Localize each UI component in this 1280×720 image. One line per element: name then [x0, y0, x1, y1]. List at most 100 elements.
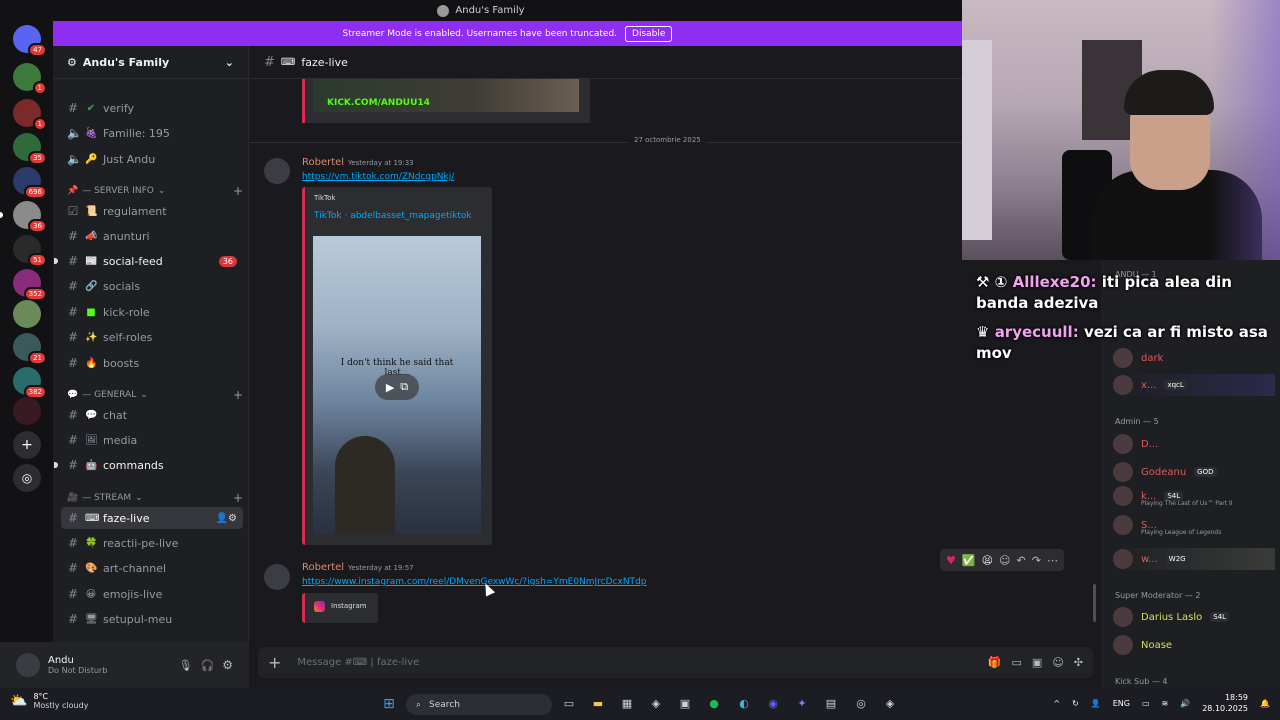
channel-settings-icon[interactable]: 👤⚙: [216, 513, 237, 524]
notifications-icon[interactable]: 🔔: [1260, 699, 1270, 708]
clock[interactable]: 18:59 28.10.2025: [1202, 692, 1248, 714]
volume-icon[interactable]: 🔊: [1180, 699, 1190, 708]
message-input[interactable]: Message #⌨ | faze-live: [297, 657, 971, 668]
start-icon[interactable]: ⊞: [381, 696, 397, 712]
channel-anunturi[interactable]: # 📣 anunturi: [61, 225, 243, 247]
channel-emojis-live[interactable]: # 😀 emojis-live: [61, 583, 243, 605]
member-row[interactable]: x... xqcL: [1113, 374, 1275, 396]
message-author[interactable]: Robertel: [302, 157, 344, 168]
task-view-icon[interactable]: ▭: [561, 696, 577, 712]
member-row[interactable]: S... Playing League of Legends: [1113, 514, 1275, 536]
avatar[interactable]: [16, 653, 40, 677]
face-reaction-icon[interactable]: 😫: [982, 554, 993, 567]
channel-faze-live[interactable]: # ⌨ faze-live 👤⚙: [61, 507, 243, 529]
channel-regulament[interactable]: ☑ 📜 regulament: [61, 200, 243, 222]
user-icon[interactable]: 👤: [1091, 699, 1101, 708]
store-icon[interactable]: ▦: [619, 696, 635, 712]
category-stream[interactable]: 🎥 — STREAM ⌄ +: [67, 491, 243, 505]
refresh-icon[interactable]: ↻: [1072, 699, 1079, 708]
add-server-icon[interactable]: +: [13, 431, 41, 459]
sticker-icon[interactable]: ▣: [1032, 656, 1042, 669]
member-row[interactable]: Godeanu GOD: [1113, 461, 1275, 483]
emoji-icon[interactable]: ☺: [1052, 656, 1063, 669]
server-icon[interactable]: 21: [13, 333, 47, 365]
add-channel-icon[interactable]: +: [233, 491, 243, 505]
video-thumbnail[interactable]: I don't think he said that last... ▶ ⧉: [313, 236, 481, 534]
channel-commands[interactable]: # 🤖 commands: [54, 454, 243, 476]
channel-just-andu[interactable]: 🔈 🔑 Just Andu: [61, 148, 243, 170]
channel-media[interactable]: # 🖼 media: [61, 429, 243, 451]
member-row[interactable]: Noase: [1113, 634, 1275, 656]
add-channel-icon[interactable]: +: [233, 388, 243, 402]
explore-servers-icon[interactable]: ◎: [13, 464, 41, 492]
member-row[interactable]: Darius Laslo S4L: [1113, 606, 1275, 628]
heart-reaction-icon[interactable]: ♥: [946, 554, 956, 567]
channel-setupul-meu[interactable]: # 🖥 setupul-meu: [61, 608, 243, 630]
apps-icon[interactable]: ✣: [1074, 656, 1083, 669]
channel-reactii-pe-live[interactable]: # 🍀 reactii-pe-live: [61, 532, 243, 554]
upload-plus-icon[interactable]: +: [268, 653, 281, 672]
server-icon[interactable]: [13, 300, 41, 328]
chevron-up-icon[interactable]: ^: [1053, 699, 1060, 708]
avatar[interactable]: [264, 564, 290, 590]
more-options-icon[interactable]: ⋯: [1047, 554, 1058, 567]
wifi-icon[interactable]: ≋: [1162, 699, 1169, 708]
add-reaction-icon[interactable]: ☺: [999, 554, 1010, 567]
member-row[interactable]: w... W2G: [1113, 548, 1275, 570]
spotify-icon[interactable]: ●: [706, 696, 722, 712]
taskbar-search[interactable]: ⌕ Search: [406, 694, 552, 715]
category-general[interactable]: 💬 — GENERAL ⌄ +: [67, 388, 243, 402]
discord-icon[interactable]: ◉: [765, 696, 781, 712]
embed-title[interactable]: TikTok · abdelbasset_mapagetiktok: [314, 211, 472, 221]
server-header[interactable]: ⚙ Andu's Family ⌄: [53, 46, 248, 79]
play-button[interactable]: ▶ ⧉: [375, 374, 419, 400]
add-channel-icon[interactable]: +: [233, 184, 243, 198]
previous-embed[interactable]: KICK.COM/ANDUU14: [302, 79, 590, 123]
gift-icon[interactable]: 🎁: [988, 656, 1002, 669]
server-icon-andus-family[interactable]: 36: [0, 201, 47, 233]
server-icon[interactable]: 35: [13, 133, 47, 165]
message-link[interactable]: https://vm.tiktok.com/ZNdcgpNkj/: [302, 172, 454, 182]
steam-icon[interactable]: ◈: [648, 696, 664, 712]
reply-icon[interactable]: ↶: [1017, 554, 1026, 567]
channel-verify[interactable]: # ✔ verify: [61, 97, 243, 119]
member-row[interactable]: D...: [1113, 433, 1275, 455]
server-icon[interactable]: 382: [13, 367, 47, 399]
steam-icon[interactable]: ◈: [882, 696, 898, 712]
forward-icon[interactable]: ↷: [1032, 554, 1041, 567]
server-icon[interactable]: [13, 397, 41, 425]
server-icon[interactable]: 1: [13, 99, 47, 131]
teams-icon[interactable]: ✦: [794, 696, 810, 712]
avatar[interactable]: [264, 158, 290, 184]
check-reaction-icon[interactable]: ✅: [962, 554, 976, 567]
channel-kick-role[interactable]: # ■ kick-role: [61, 301, 243, 323]
file-explorer-icon[interactable]: ▬: [590, 696, 606, 712]
server-icon[interactable]: 1: [13, 63, 47, 95]
display-icon[interactable]: ▭: [1142, 699, 1150, 708]
app-icon[interactable]: ▤: [823, 696, 839, 712]
server-icon[interactable]: 51: [13, 235, 47, 267]
message-link[interactable]: https://www.instagram.com/reel/DMvenGexw…: [302, 577, 646, 587]
weather-widget[interactable]: ⛅ 8°C Mostly cloudy: [10, 692, 88, 710]
headphones-icon[interactable]: 🎧: [201, 659, 215, 672]
epic-games-icon[interactable]: ▣: [677, 696, 693, 712]
channel-socials[interactable]: # 🔗 socials: [61, 275, 243, 297]
server-icon[interactable]: 696: [13, 167, 47, 199]
gif-icon[interactable]: ▭: [1012, 656, 1022, 669]
disable-streamer-mode-button[interactable]: Disable: [625, 25, 673, 42]
microphone-icon[interactable]: 🎙: [179, 659, 193, 672]
scrollbar[interactable]: [1093, 584, 1096, 622]
channel-art-channel[interactable]: # 🎨 art-channel: [61, 557, 243, 579]
edge-icon[interactable]: ◐: [736, 696, 752, 712]
message-author[interactable]: Robertel: [302, 562, 344, 573]
channel-boosts[interactable]: # 🔥 boosts: [61, 352, 243, 374]
member-row[interactable]: k... S4L Playing The Last of Us™ Part II: [1113, 485, 1275, 507]
server-icon[interactable]: 352: [13, 269, 47, 301]
direct-messages-button[interactable]: 47: [13, 25, 47, 57]
user-settings-icon[interactable]: ⚙: [222, 658, 233, 672]
app-icon[interactable]: ◎: [853, 696, 869, 712]
instagram-embed[interactable]: Instagram: [302, 593, 378, 623]
channel-self-roles[interactable]: # ✨ self-roles: [61, 326, 243, 348]
language-indicator[interactable]: ENG: [1113, 699, 1130, 708]
channel-chat[interactable]: # 💬 chat: [61, 404, 243, 426]
